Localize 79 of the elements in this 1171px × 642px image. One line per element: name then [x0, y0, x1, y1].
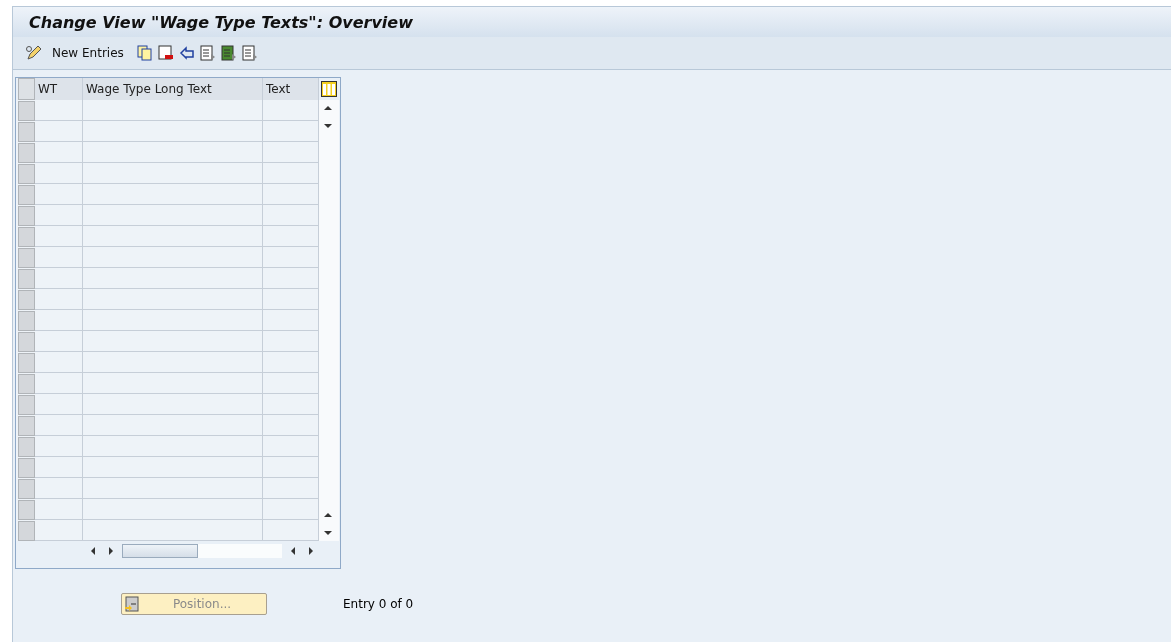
- row-selector[interactable]: [18, 206, 35, 226]
- table-cell[interactable]: [83, 457, 263, 478]
- table-cell[interactable]: [35, 457, 83, 478]
- scroll-thumb[interactable]: [122, 544, 198, 558]
- table-cell[interactable]: [83, 142, 263, 163]
- row-selector[interactable]: [18, 122, 35, 142]
- row-selector[interactable]: [18, 143, 35, 163]
- column-header[interactable]: Wage Type Long Text: [83, 78, 263, 100]
- row-selector[interactable]: [18, 227, 35, 247]
- table-cell[interactable]: [83, 394, 263, 415]
- table-cell[interactable]: [35, 310, 83, 331]
- table-cell[interactable]: [35, 478, 83, 499]
- table-cell[interactable]: [35, 268, 83, 289]
- table-cell[interactable]: [83, 520, 263, 541]
- table-cell[interactable]: [35, 520, 83, 541]
- row-selector[interactable]: [18, 290, 35, 310]
- row-selector[interactable]: [18, 416, 35, 436]
- table-cell[interactable]: [83, 205, 263, 226]
- table-cell[interactable]: [83, 478, 263, 499]
- table-cell[interactable]: [35, 247, 83, 268]
- table-cell[interactable]: [83, 436, 263, 457]
- table-cell[interactable]: [83, 310, 263, 331]
- row-selector[interactable]: [18, 248, 35, 268]
- row-selector[interactable]: [18, 269, 35, 289]
- copy-icon[interactable]: [136, 45, 153, 61]
- row-selector[interactable]: [18, 101, 35, 121]
- pencil-icon[interactable]: [25, 45, 43, 61]
- table-cell[interactable]: [35, 331, 83, 352]
- undo-icon[interactable]: [178, 45, 195, 61]
- table-cell[interactable]: [35, 184, 83, 205]
- table-cell[interactable]: [35, 394, 83, 415]
- row-selector[interactable]: [18, 500, 35, 520]
- row-selector[interactable]: [18, 395, 35, 415]
- table-cell[interactable]: [83, 163, 263, 184]
- table-cell[interactable]: [35, 142, 83, 163]
- column-header[interactable]: WT: [35, 78, 83, 100]
- table-cell[interactable]: [83, 352, 263, 373]
- row-selector[interactable]: [18, 437, 35, 457]
- column-header[interactable]: Text: [263, 78, 319, 100]
- entry-count: Entry 0 of 0: [343, 597, 414, 611]
- vertical-scrollbar[interactable]: [319, 100, 339, 541]
- delete-icon[interactable]: [157, 45, 174, 61]
- table-cell[interactable]: [35, 205, 83, 226]
- table-cell[interactable]: [35, 289, 83, 310]
- table-cell[interactable]: [83, 247, 263, 268]
- table-cell[interactable]: [35, 373, 83, 394]
- select-all-cell[interactable]: [18, 78, 35, 100]
- row-selector[interactable]: [18, 458, 35, 478]
- table-cell[interactable]: [83, 415, 263, 436]
- table-cell[interactable]: [35, 100, 83, 121]
- table-cell[interactable]: [83, 184, 263, 205]
- table-cell[interactable]: [83, 499, 263, 520]
- position-icon: [124, 596, 140, 612]
- table-cell[interactable]: [83, 331, 263, 352]
- row-selector[interactable]: [18, 185, 35, 205]
- row-selector[interactable]: [18, 353, 35, 373]
- row-selector[interactable]: [18, 521, 35, 541]
- table-cell[interactable]: [35, 121, 83, 142]
- table-cell[interactable]: [83, 373, 263, 394]
- table-cell[interactable]: [83, 289, 263, 310]
- horizontal-scrollbar[interactable]: [122, 544, 282, 558]
- row-selector[interactable]: [18, 374, 35, 394]
- column-settings-icon[interactable]: [321, 81, 337, 97]
- table-cell[interactable]: [35, 352, 83, 373]
- row-selector[interactable]: [18, 479, 35, 499]
- new-entries-button[interactable]: New Entries: [48, 44, 128, 62]
- row-selector[interactable]: [18, 332, 35, 352]
- table-cell[interactable]: [35, 499, 83, 520]
- table-cell[interactable]: [35, 436, 83, 457]
- table-cell[interactable]: [35, 415, 83, 436]
- table-cell[interactable]: [35, 163, 83, 184]
- table-cell[interactable]: [83, 121, 263, 142]
- row-selector[interactable]: [18, 164, 35, 184]
- table-cell[interactable]: [35, 226, 83, 247]
- table-cell[interactable]: [83, 226, 263, 247]
- table-cell[interactable]: [83, 100, 263, 121]
- row-selector[interactable]: [18, 311, 35, 331]
- table-cell[interactable]: [83, 268, 263, 289]
- window-title: Change View "Wage Type Texts": Overview: [29, 12, 413, 32]
